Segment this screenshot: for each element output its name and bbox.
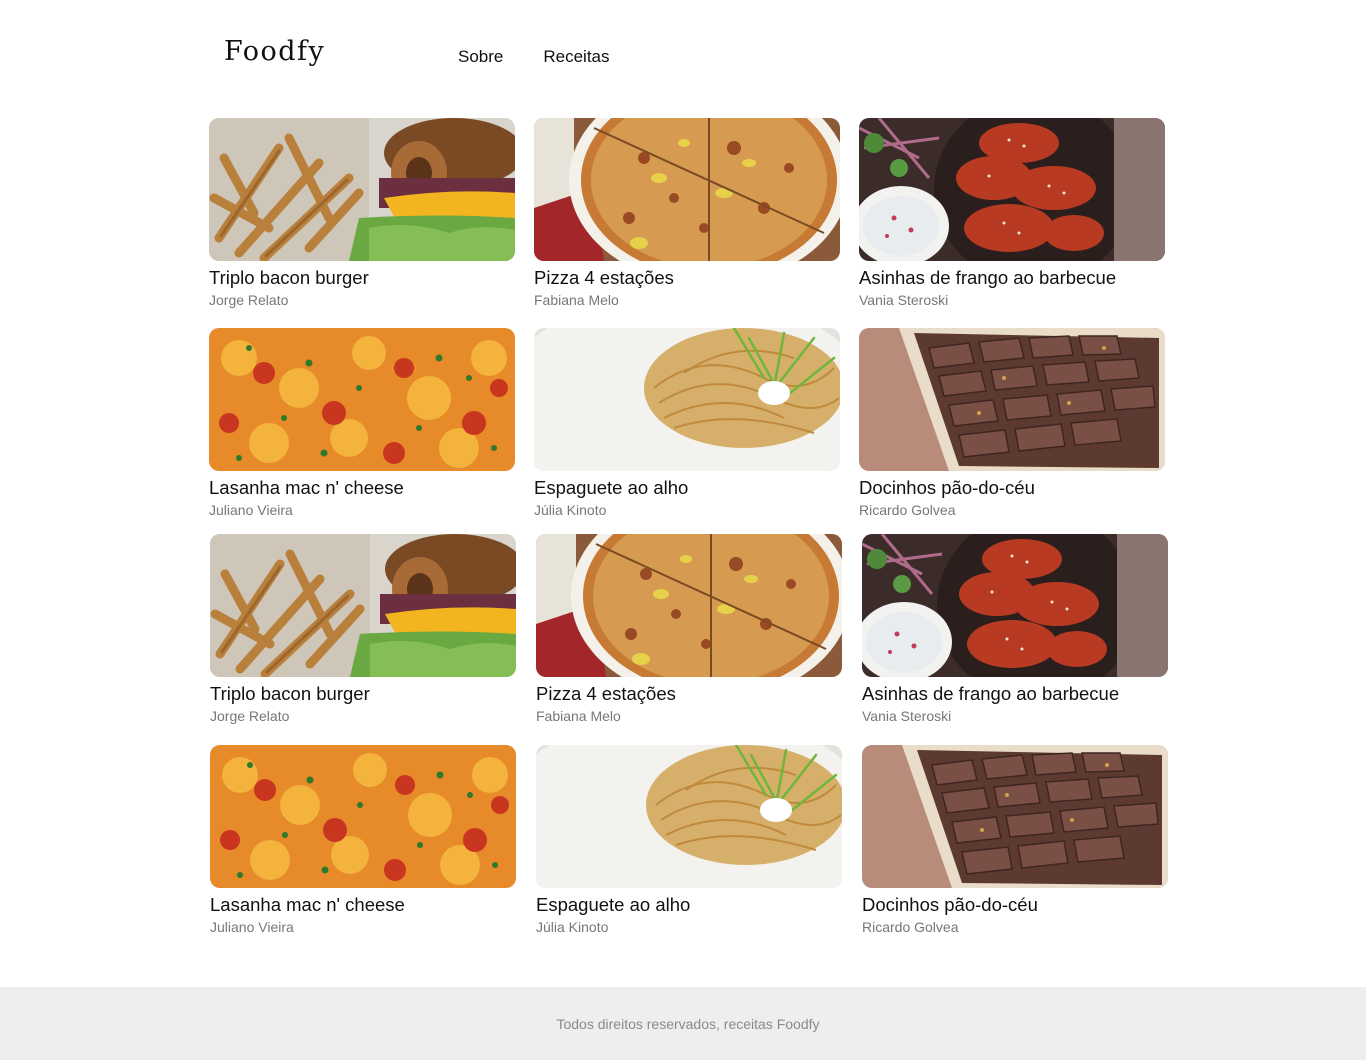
recipe-title: Pizza 4 estações (534, 267, 674, 288)
recipe-title: Pizza 4 estações (536, 683, 676, 704)
recipe-title: Asinhas de frango ao barbecue (859, 267, 1117, 288)
recipe-card[interactable]: Asinhas de frango ao barbecue Vania Ster… (859, 118, 1165, 308)
recipe-title: Docinhos pão-do-céu (859, 477, 1035, 498)
recipe-image (859, 118, 1165, 261)
recipe-author: Fabiana Melo (536, 708, 621, 724)
recipe-image (210, 745, 516, 888)
recipe-author: Vania Steroski (862, 708, 952, 724)
recipe-card[interactable]: Lasanha mac n' cheese Juliano Vieira (209, 328, 515, 518)
recipe-image (862, 534, 1168, 677)
recipe-image (534, 118, 840, 261)
recipe-title: Lasanha mac n' cheese (209, 477, 404, 498)
recipe-image (534, 328, 840, 471)
site-logo[interactable]: Foodfy (224, 36, 325, 67)
recipe-author: Vania Steroski (859, 292, 949, 308)
recipe-author: Ricardo Golvea (862, 919, 959, 935)
recipe-card[interactable]: Docinhos pão-do-céu Ricardo Golvea (859, 328, 1165, 518)
recipe-title: Docinhos pão-do-céu (862, 894, 1038, 915)
recipe-card[interactable]: Triplo bacon burger Jorge Relato (210, 534, 516, 724)
recipe-card[interactable]: Asinhas de frango ao barbecue Vania Ster… (862, 534, 1168, 724)
recipe-image (209, 118, 515, 261)
recipe-image (210, 534, 516, 677)
recipe-image (862, 745, 1168, 888)
site-header: Foodfy Sobre Receitas (0, 0, 1366, 110)
recipe-card[interactable]: Pizza 4 estações Fabiana Melo (534, 118, 840, 308)
recipe-title: Espaguete ao alho (534, 477, 689, 498)
recipe-author: Juliano Vieira (209, 502, 293, 518)
recipe-title: Triplo bacon burger (210, 683, 370, 704)
recipe-image (859, 328, 1165, 471)
recipe-author: Jorge Relato (210, 708, 290, 724)
recipe-author: Fabiana Melo (534, 292, 619, 308)
recipe-card[interactable]: Triplo bacon burger Jorge Relato (209, 118, 515, 308)
recipe-author: Ricardo Golvea (859, 502, 956, 518)
recipe-card[interactable]: Espaguete ao alho Júlia Kinoto (536, 745, 842, 935)
footer-text: Todos direitos reservados, receitas Food… (556, 1015, 820, 1032)
nav-link-receitas[interactable]: Receitas (543, 47, 609, 67)
recipe-image (209, 328, 515, 471)
recipe-title: Asinhas de frango ao barbecue (862, 683, 1120, 704)
recipe-author: Jorge Relato (209, 292, 289, 308)
recipe-image (536, 534, 842, 677)
recipe-title: Espaguete ao alho (536, 894, 691, 915)
recipe-image (536, 745, 842, 888)
recipe-card[interactable]: Lasanha mac n' cheese Juliano Vieira (210, 745, 516, 935)
recipe-card[interactable]: Docinhos pão-do-céu Ricardo Golvea (862, 745, 1168, 935)
site-footer: Todos direitos reservados, receitas Food… (0, 987, 1366, 1060)
recipe-card[interactable]: Pizza 4 estações Fabiana Melo (536, 534, 842, 724)
recipe-author: Juliano Vieira (210, 919, 294, 935)
recipe-author: Júlia Kinoto (534, 502, 607, 518)
recipe-author: Júlia Kinoto (536, 919, 609, 935)
page: Foodfy Sobre Receitas Triplo bacon burge… (0, 0, 1366, 1060)
recipe-title: Triplo bacon burger (209, 267, 369, 288)
main-nav: Sobre Receitas (458, 47, 610, 67)
nav-link-sobre[interactable]: Sobre (458, 47, 503, 67)
recipe-title: Lasanha mac n' cheese (210, 894, 405, 915)
recipe-card[interactable]: Espaguete ao alho Júlia Kinoto (534, 328, 840, 518)
